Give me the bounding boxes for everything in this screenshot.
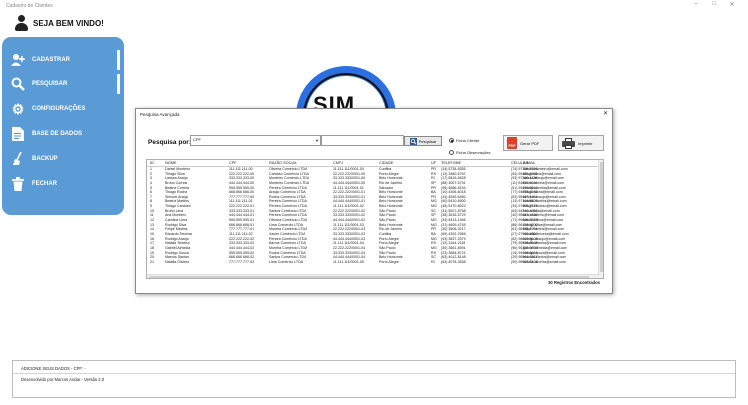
table-cell: Porto Alegre bbox=[379, 259, 399, 264]
dialog-close-icon[interactable]: ✕ bbox=[603, 110, 608, 117]
status-footer: ADICIONE SEUS DADOS - CPF: - Desenvolvid… bbox=[12, 360, 736, 398]
radio-ficha-observacoes[interactable]: Ficha Observações bbox=[449, 150, 490, 155]
footer-line-1: ADICIONE SEUS DADOS - CPF: - bbox=[21, 366, 86, 371]
footer-divider bbox=[13, 373, 735, 374]
nav-label: BACKUP bbox=[32, 156, 58, 162]
add-user-icon bbox=[10, 52, 26, 68]
radio-ficha-cliente[interactable]: Ficha Cliente bbox=[449, 138, 479, 143]
pdf-icon: PDF bbox=[507, 137, 517, 149]
app-window: Cadastro de Clientes – □ ✕ SEJA BEM VIND… bbox=[0, 0, 748, 405]
print-button-label: Imprimir bbox=[578, 140, 593, 146]
table-cell: (64) 4078-3538 bbox=[441, 259, 466, 264]
maximize-icon[interactable]: □ bbox=[708, 1, 720, 7]
nav-pesquisar[interactable]: PESQUISAR bbox=[10, 74, 120, 94]
table-cell: RJ bbox=[431, 259, 436, 264]
search-dialog: Pesquisa Avançada ✕ Pesquisa por: CPF ▼ … bbox=[135, 108, 613, 294]
horizontal-scrollbar[interactable] bbox=[147, 274, 600, 278]
radio-label: Ficha Observações bbox=[456, 150, 491, 155]
table-header: ID NOME CPF RAZÃO SOCIAL CNPJ CIDADE UF TELEFON… bbox=[147, 160, 599, 167]
nav-label: BASE DE DADOS bbox=[32, 131, 83, 137]
nav-base-de-dados[interactable]: BASE DE DADOS bbox=[10, 124, 120, 144]
printer-icon bbox=[562, 137, 575, 149]
nav-fechar[interactable]: FECHAR bbox=[10, 174, 120, 194]
search-button-label: Pesquisar bbox=[418, 138, 437, 144]
dialog-title: Pesquisa Avançada bbox=[140, 112, 180, 117]
column-header[interactable]: CIDADE bbox=[379, 161, 393, 165]
column-header[interactable]: CNPJ bbox=[333, 161, 343, 165]
pdf-button-label: Gerar PDF bbox=[520, 140, 540, 146]
vertical-scrollbar[interactable] bbox=[598, 160, 603, 278]
nav-label: FECHAR bbox=[32, 181, 57, 187]
nav-label: PESQUISAR bbox=[32, 81, 68, 87]
table-row[interactable]: 21 Natália Oliveira 777.777.777-02 Lima Com… bbox=[147, 260, 599, 265]
generate-pdf-button[interactable]: PDF Gerar PDF bbox=[503, 135, 553, 151]
nav-divider bbox=[117, 50, 120, 70]
select-value: CPF bbox=[193, 137, 201, 142]
sidebar: CADASTRAR PESQUISAR ⚙ CONFIGURAÇÕES BASE… bbox=[2, 37, 124, 215]
table-cell: natalia.oliveira@email.com bbox=[523, 259, 566, 264]
welcome-header: SEJA BEM VINDO! bbox=[12, 14, 104, 32]
minimize-icon[interactable]: – bbox=[690, 1, 702, 7]
column-header[interactable]: ID bbox=[150, 161, 154, 165]
welcome-text: SEJA BEM VINDO! bbox=[33, 18, 104, 28]
column-header[interactable]: RAZÃO SOCIAL bbox=[269, 161, 297, 165]
column-header[interactable]: CPF bbox=[229, 161, 237, 165]
document-icon bbox=[10, 126, 26, 142]
results-table[interactable]: ID NOME CPF RAZÃO SOCIAL CNPJ CIDADE UF TELEFON… bbox=[146, 159, 604, 279]
column-header[interactable]: NOME bbox=[165, 161, 176, 165]
search-icon bbox=[10, 76, 26, 92]
nav-cadastrar[interactable]: CADASTRAR bbox=[10, 50, 120, 70]
radio-dot bbox=[449, 138, 454, 143]
search-label: Pesquisa por: bbox=[148, 139, 191, 146]
close-icon[interactable]: ✕ bbox=[726, 1, 738, 8]
print-button[interactable]: Imprimir bbox=[558, 135, 604, 151]
radio-label: Ficha Cliente bbox=[456, 138, 480, 143]
column-header[interactable]: E-MAIL bbox=[523, 161, 536, 165]
column-header[interactable]: UF bbox=[431, 161, 436, 165]
search-input[interactable] bbox=[321, 135, 404, 146]
broom-icon bbox=[10, 151, 26, 167]
search-field-select[interactable]: CPF ▼ bbox=[190, 135, 321, 146]
record-count: 30 Registros Encontrados bbox=[548, 280, 600, 285]
nav-backup[interactable]: BACKUP bbox=[10, 149, 120, 169]
table-cell: Natália Oliveira bbox=[165, 259, 190, 264]
nav-configuracoes[interactable]: ⚙ CONFIGURAÇÕES bbox=[10, 99, 120, 119]
search-button[interactable]: Pesquisar bbox=[404, 136, 442, 146]
nav-divider bbox=[117, 74, 120, 94]
radio-dot bbox=[449, 150, 454, 155]
search-icon bbox=[409, 137, 417, 145]
window-title: Cadastro de Clientes bbox=[6, 3, 53, 9]
user-icon bbox=[12, 14, 30, 32]
table-body: 1 Daniel Monteiro 111.111.111-00 Oliveira C… bbox=[147, 167, 599, 264]
column-header[interactable]: TELEFONE bbox=[441, 161, 461, 165]
gear-icon: ⚙ bbox=[11, 100, 25, 117]
table-cell: 777.777.777-02 bbox=[229, 259, 255, 264]
table-cell: Lima Comércio LTDA bbox=[269, 259, 304, 264]
table-cell: 11.111.111/0001-05 bbox=[333, 259, 364, 264]
nav-label: CADASTRAR bbox=[32, 57, 70, 63]
chevron-down-icon: ▼ bbox=[315, 138, 319, 143]
title-bar: Cadastro de Clientes – □ ✕ bbox=[0, 0, 748, 12]
nav-label: CONFIGURAÇÕES bbox=[32, 106, 86, 112]
footer-line-2: Desenvolvido por Marcos Andar - Versão 2… bbox=[21, 377, 105, 382]
table-cell: 21 bbox=[150, 259, 154, 264]
trash-icon bbox=[10, 176, 26, 192]
